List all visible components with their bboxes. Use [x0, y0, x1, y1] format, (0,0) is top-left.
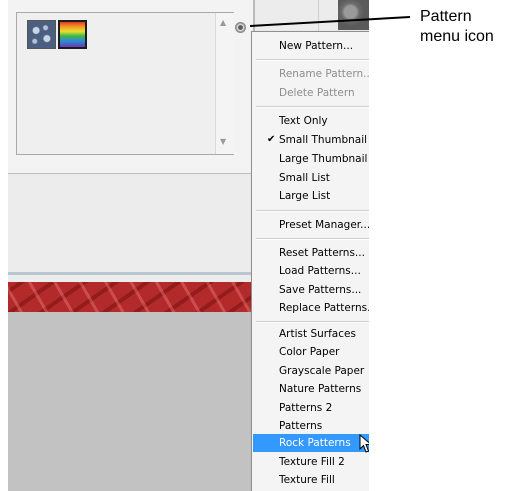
rainbow-pattern-swatch[interactable]	[58, 20, 87, 49]
menu-item-library[interactable]: Artist Surfaces	[253, 325, 369, 343]
pattern-picker-header: ▲ ▼	[8, 0, 254, 174]
menu-item-load-patterns[interactable]: Load Patterns...	[253, 262, 369, 280]
menu-item-large-list[interactable]: Large List	[253, 187, 369, 205]
rock-pattern-swatch[interactable]	[27, 20, 56, 49]
callout-line-2: menu icon	[420, 28, 494, 45]
menu-item-small-thumbnail[interactable]: ✔ Small Thumbnail	[253, 131, 369, 149]
menu-item-delete-pattern[interactable]: Delete Pattern	[253, 84, 369, 102]
menu-item-preset-manager[interactable]: Preset Manager...	[253, 216, 369, 234]
menu-item-large-thumbnail[interactable]: Large Thumbnail	[253, 150, 369, 168]
menu-item-library[interactable]: Patterns 2	[253, 399, 369, 417]
swatch-scrollbar[interactable]: ▲ ▼	[215, 13, 234, 154]
menu-item-library[interactable]: Patterns	[253, 417, 369, 435]
menu-item-text-only[interactable]: Text Only	[253, 112, 369, 130]
pattern-swatch-area: ▲ ▼	[16, 12, 234, 155]
menu-item-new-pattern[interactable]: New Pattern...	[253, 37, 369, 55]
menu-item-label: Small Thumbnail	[279, 134, 368, 146]
menu-separator	[256, 321, 369, 323]
menu-item-library[interactable]: Color Paper	[253, 343, 369, 361]
pattern-menu: New Pattern... Rename Pattern... Delete …	[251, 31, 369, 491]
panel-divider	[8, 272, 258, 275]
menu-separator	[256, 210, 369, 212]
callout-leader-line	[250, 16, 411, 27]
scroll-down-icon[interactable]: ▼	[220, 138, 226, 146]
check-icon: ✔	[267, 134, 276, 145]
menu-item-small-list[interactable]: Small List	[253, 169, 369, 187]
menu-item-rock-patterns[interactable]: Rock Patterns	[253, 434, 369, 453]
pattern-picker-panel: ▲ ▼	[8, 0, 255, 270]
menu-item-save-patterns[interactable]: Save Patterns...	[253, 281, 369, 299]
workspace-gray-area	[8, 312, 258, 491]
menu-separator	[256, 59, 369, 61]
menu-item-library[interactable]: Texture Fill	[253, 471, 369, 489]
callout-label: Pattern menu icon	[420, 7, 494, 47]
menu-separator	[256, 238, 369, 240]
photoshop-screen: ▲ ▼ New Pattern... Rename Pattern... Del…	[8, 0, 369, 491]
menu-item-replace-patterns[interactable]: Replace Patterns...	[253, 299, 369, 317]
cursor-icon	[359, 434, 369, 453]
menu-item-rename-pattern[interactable]: Rename Pattern...	[253, 65, 369, 83]
menu-item-reset-patterns[interactable]: Reset Patterns...	[253, 244, 369, 262]
menu-separator	[256, 106, 369, 108]
menu-item-library[interactable]: Nature Patterns	[253, 380, 369, 398]
scroll-up-icon[interactable]: ▲	[220, 19, 226, 27]
red-canvas-strip	[8, 282, 258, 312]
gear-icon[interactable]	[235, 22, 246, 33]
menu-item-library[interactable]: Texture Fill 2	[253, 453, 369, 471]
menu-item-library[interactable]: Grayscale Paper	[253, 362, 369, 380]
callout-line-1: Pattern	[420, 8, 472, 25]
menu-item-label: Rock Patterns	[279, 437, 351, 449]
